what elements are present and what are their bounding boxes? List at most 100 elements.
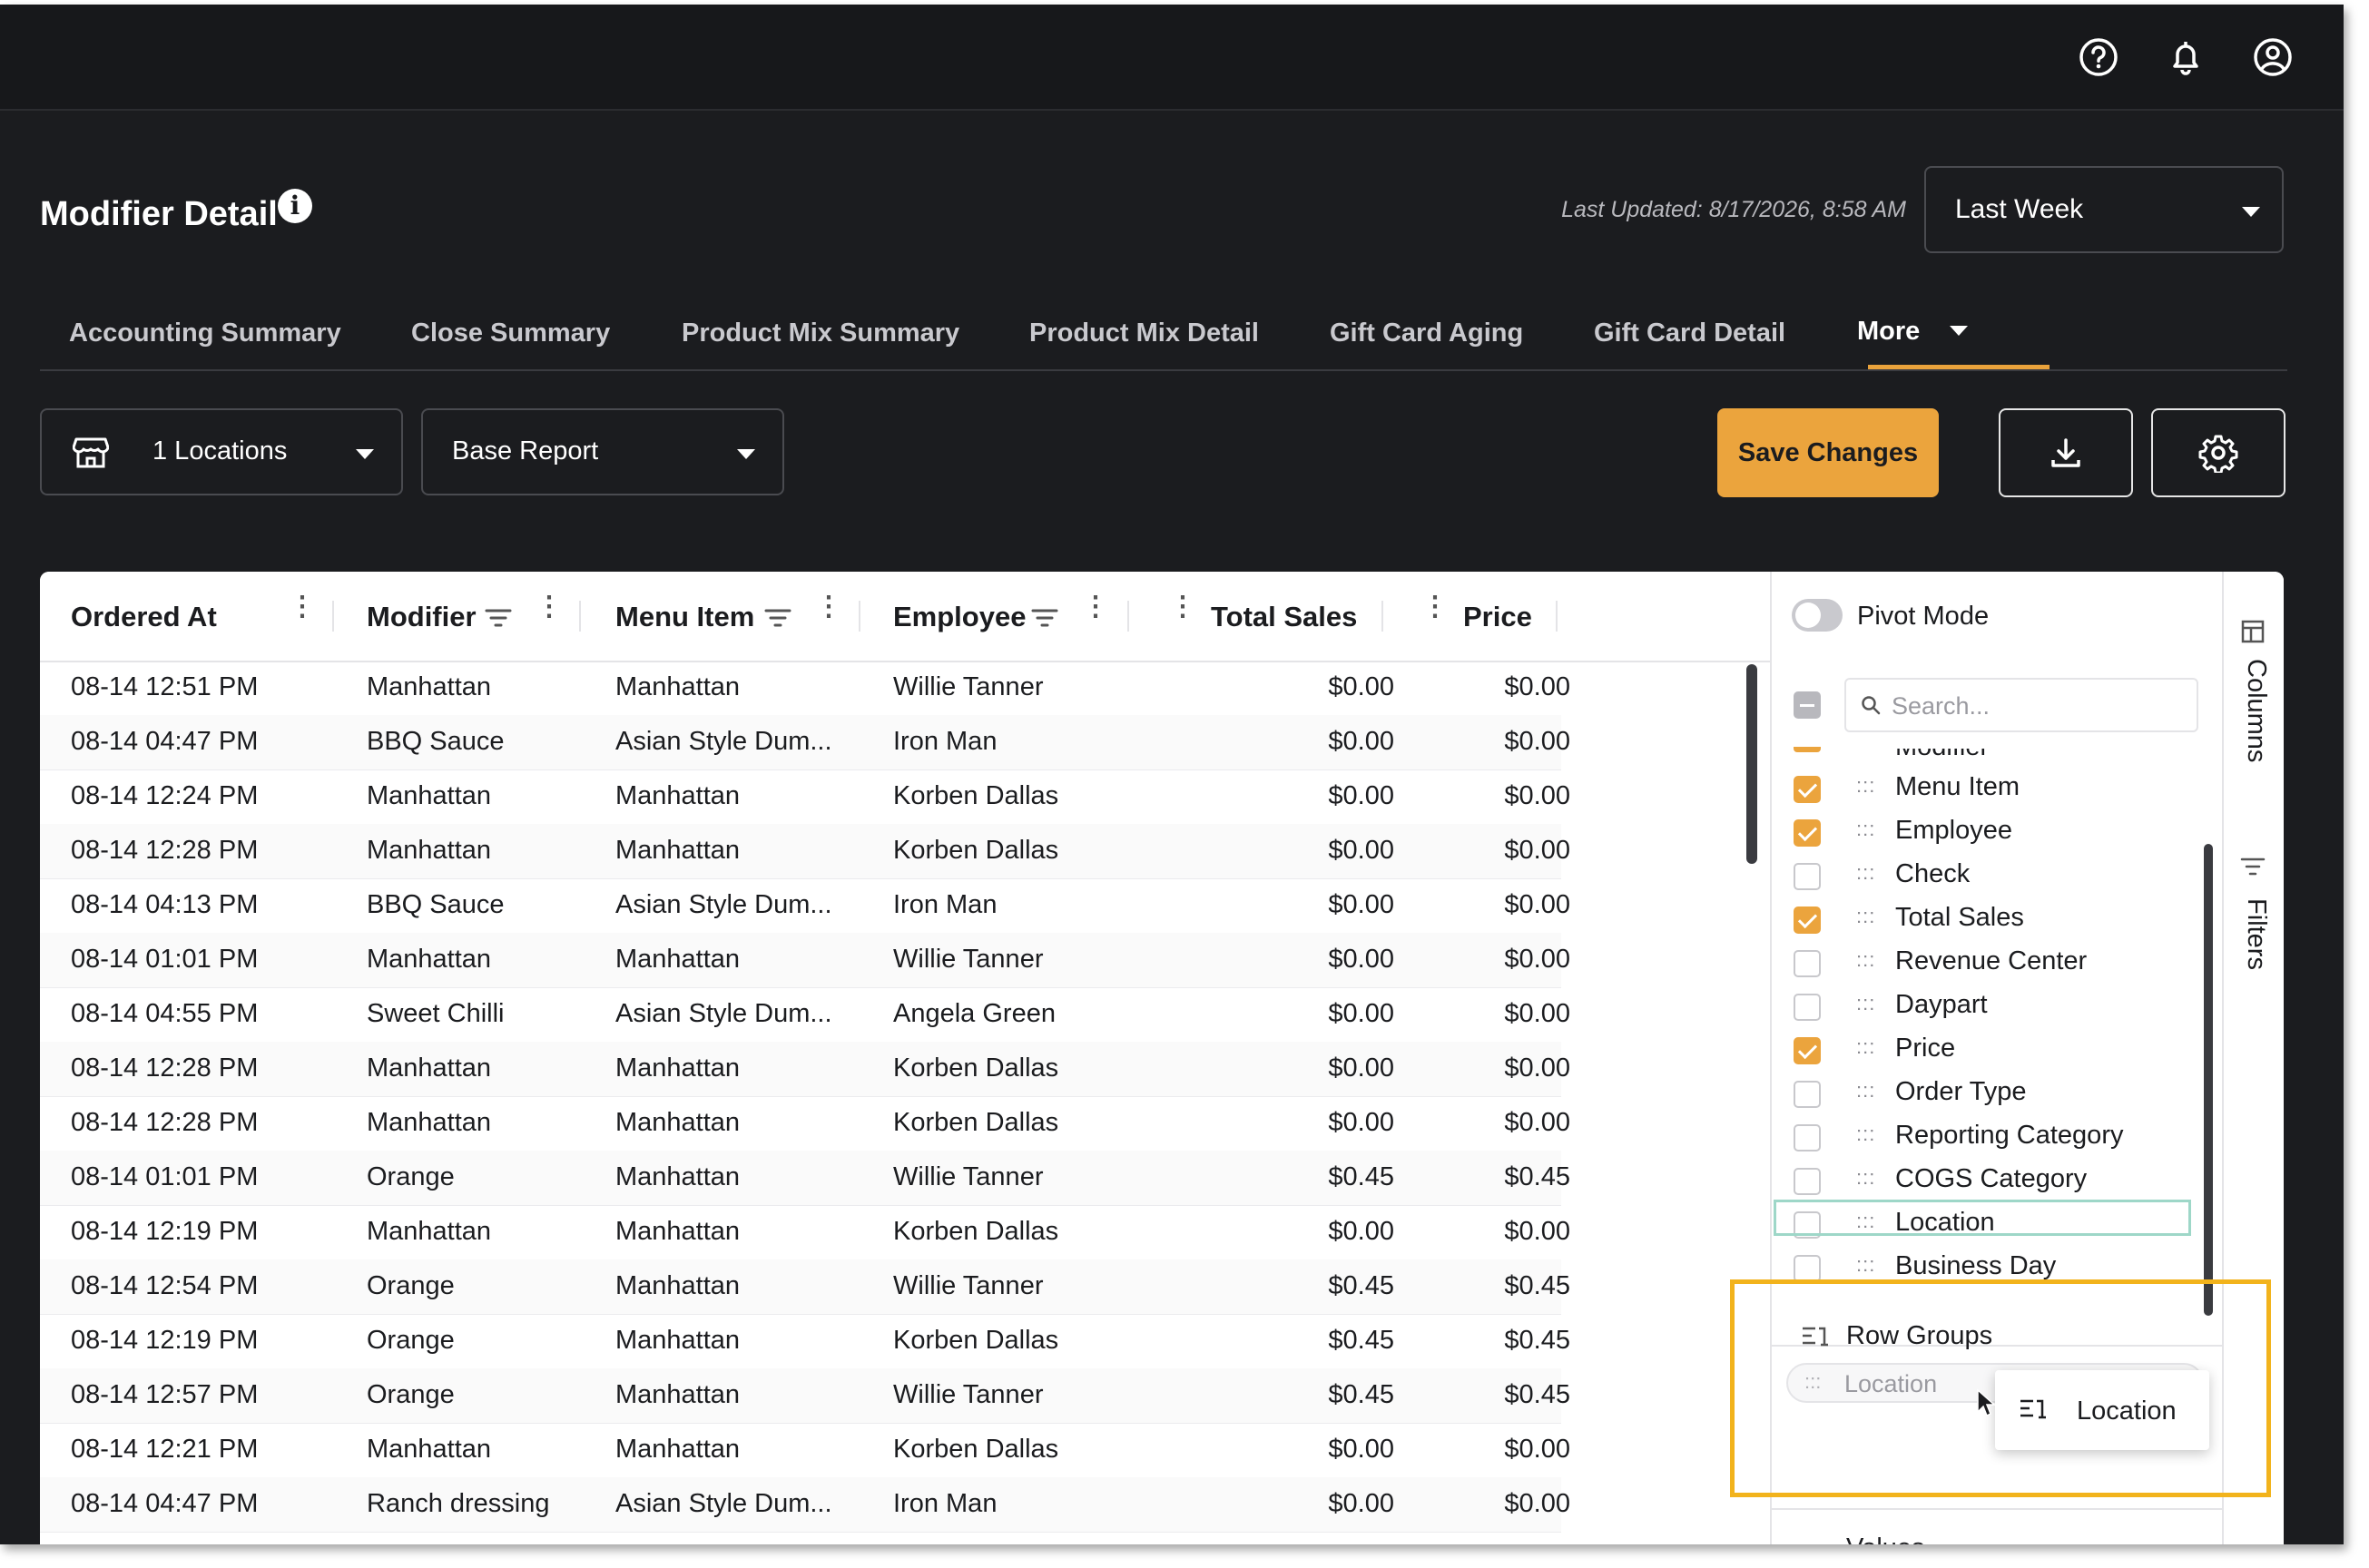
user-circle-icon[interactable] [2249,34,2296,81]
table-row[interactable]: 08-14 12:19 PM Manhattan Manhattan Korben D… [40,1205,1570,1260]
drag-handle-icon[interactable]: ::: [1856,1166,1875,1190]
tab-accounting-summary[interactable]: Accounting Summary [69,318,341,348]
table-cell: Willie Tanner [893,1380,1044,1409]
table-cell: $0.00 [1504,781,1570,810]
column-list-scrollbar[interactable] [2204,844,2213,1316]
partial-checkbox [1794,747,1821,752]
column-menu-icon[interactable]: ⋮ [289,593,316,621]
column-checkbox[interactable] [1794,906,1821,934]
table-cell: Asian Style Dum... [615,890,832,919]
app-window: Modifier Detail i Last Updated: 8/17/202… [0,5,2344,1544]
table-row[interactable]: 08-14 12:19 PM Orange Manhattan Korben Dall… [40,1314,1570,1369]
table-cell: 08-14 04:47 PM [71,727,259,756]
tab-gift-card-detail[interactable]: Gift Card Detail [1594,318,1785,348]
table-cell: 08-14 01:01 PM [71,1162,259,1191]
column-checkbox[interactable] [1794,950,1821,977]
drag-handle-icon[interactable]: ::: [1856,1035,1875,1059]
settings-button[interactable] [2151,408,2285,497]
table-row[interactable]: 08-14 12:54 PM Orange Manhattan Willie Tann… [40,1259,1570,1315]
table-cell: Manhattan [615,1271,741,1300]
column-checkbox[interactable] [1794,1037,1821,1064]
drag-handle-icon[interactable]: ::: [1856,1079,1875,1102]
column-checkbox[interactable] [1794,863,1821,890]
filter-icon[interactable] [485,608,512,628]
filters-side-tab[interactable]: Filters [2241,898,2271,970]
column-header-employee[interactable]: Employee [893,601,1026,633]
table-row[interactable]: 08-14 01:01 PM Orange Manhattan Willie Tann… [40,1151,1570,1206]
column-header-price[interactable]: Price [1463,601,1532,633]
tab-product-mix-detail[interactable]: Product Mix Detail [1029,318,1259,348]
period-select-value: Last Week [1955,194,2084,224]
drag-handle-icon[interactable]: ::: [1856,861,1875,885]
table-row[interactable]: 08-14 12:28 PM Manhattan Manhattan Korben D… [40,824,1570,879]
column-menu-icon[interactable]: ⋮ [815,593,842,621]
drag-handle-icon[interactable]: ::: [1856,905,1875,928]
filter-icon[interactable] [764,608,791,628]
column-checkbox[interactable] [1794,1124,1821,1152]
column-checkbox[interactable] [1794,994,1821,1021]
drag-handle-icon[interactable]: ::: [1856,948,1875,972]
columns-icon[interactable] [2240,619,2266,644]
column-checkbox[interactable] [1794,776,1821,803]
column-header-total-sales[interactable]: Total Sales [1211,601,1357,633]
table-cell: Manhattan [615,1326,741,1355]
column-item-label: Employee [1895,816,2012,845]
table-cell: $0.00 [1328,781,1394,810]
column-separator [1556,601,1558,632]
table-row[interactable]: 08-14 04:47 PM Ranch dressing Asian Style … [40,1477,1570,1533]
table-cell: $0.00 [1504,999,1570,1028]
table-cell: $0.00 [1504,1054,1570,1083]
column-checkbox[interactable] [1794,1168,1821,1195]
help-icon[interactable] [2075,34,2122,81]
table-row[interactable]: 08-14 12:24 PM Manhattan Manhattan Korben D… [40,769,1570,825]
column-checkbox[interactable] [1794,819,1821,847]
table-cell: Manhattan [615,1217,741,1246]
column-menu-icon[interactable]: ⋮ [1421,593,1449,621]
column-menu-icon[interactable]: ⋮ [1169,593,1196,621]
table-row[interactable]: 08-14 04:47 PM BBQ Sauce Asian Style Dum..… [40,715,1570,770]
column-item-label: Order Type [1895,1077,2027,1106]
pivot-mode-toggle[interactable] [1792,599,1843,632]
table-row[interactable]: 08-14 01:01 PM Manhattan Manhattan Willie T… [40,933,1570,988]
report-select[interactable]: Base Report [421,408,784,495]
table-row[interactable]: 08-14 12:57 PM Orange Manhattan Willie Tann… [40,1368,1570,1424]
table-row[interactable]: 08-14 12:28 PM Manhattan Manhattan Korben D… [40,1096,1570,1152]
period-select[interactable]: Last Week [1924,166,2284,253]
tab-product-mix-summary[interactable]: Product Mix Summary [682,318,959,348]
drag-handle-icon[interactable]: ::: [1856,774,1875,798]
save-changes-button[interactable]: Save Changes [1717,408,1939,497]
column-menu-icon[interactable]: ⋮ [536,593,563,621]
table-row[interactable]: 08-14 12:51 PM Manhattan Manhattan Willie T… [40,661,1570,716]
column-menu-icon[interactable]: ⋮ [1082,593,1109,621]
column-checkbox[interactable] [1794,1255,1821,1282]
drag-handle-icon[interactable]: ::: [1856,1122,1875,1146]
column-header-menu-item[interactable]: Menu Item [615,601,754,633]
tab-close-summary[interactable]: Close Summary [411,318,610,348]
drag-handle-icon[interactable]: ::: [1856,1253,1875,1277]
table-row[interactable]: 08-14 12:28 PM Manhattan Manhattan Korben D… [40,1042,1570,1097]
column-header-ordered-at[interactable]: Ordered At [71,601,217,633]
drag-handle-icon[interactable]: ::: [1856,992,1875,1015]
table-cell: $0.00 [1328,836,1394,865]
table-cell: 08-14 12:28 PM [71,836,259,865]
info-icon[interactable]: i [278,189,312,223]
tab-gift-card-aging[interactable]: Gift Card Aging [1330,318,1523,348]
table-row[interactable]: 08-14 12:21 PM Manhattan Manhattan Korben D… [40,1423,1570,1478]
download-button[interactable] [1999,408,2133,497]
column-header-modifier[interactable]: Modifier [367,601,477,633]
tab-more[interactable]: More [1857,317,1920,347]
table-cell: Manhattan [615,672,741,701]
table-row[interactable]: 08-14 04:55 PM Sweet Chilli Asian Style Du… [40,987,1570,1043]
column-checkbox[interactable] [1794,1081,1821,1108]
filter-icon[interactable] [1031,608,1058,628]
table-cell: $0.45 [1328,1326,1394,1355]
bell-icon[interactable] [2162,34,2209,81]
locations-select[interactable]: 1 Locations [40,408,403,495]
filter-icon[interactable] [2240,857,2266,877]
grid-scrollbar[interactable] [1746,664,1757,864]
column-search-input[interactable] [1890,689,2184,723]
drag-handle-icon[interactable]: ::: [1856,818,1875,841]
columns-side-tab[interactable]: Columns [2241,659,2271,762]
select-all-columns-checkbox[interactable] [1794,691,1821,719]
table-row[interactable]: 08-14 04:13 PM BBQ Sauce Asian Style Dum..… [40,878,1570,934]
